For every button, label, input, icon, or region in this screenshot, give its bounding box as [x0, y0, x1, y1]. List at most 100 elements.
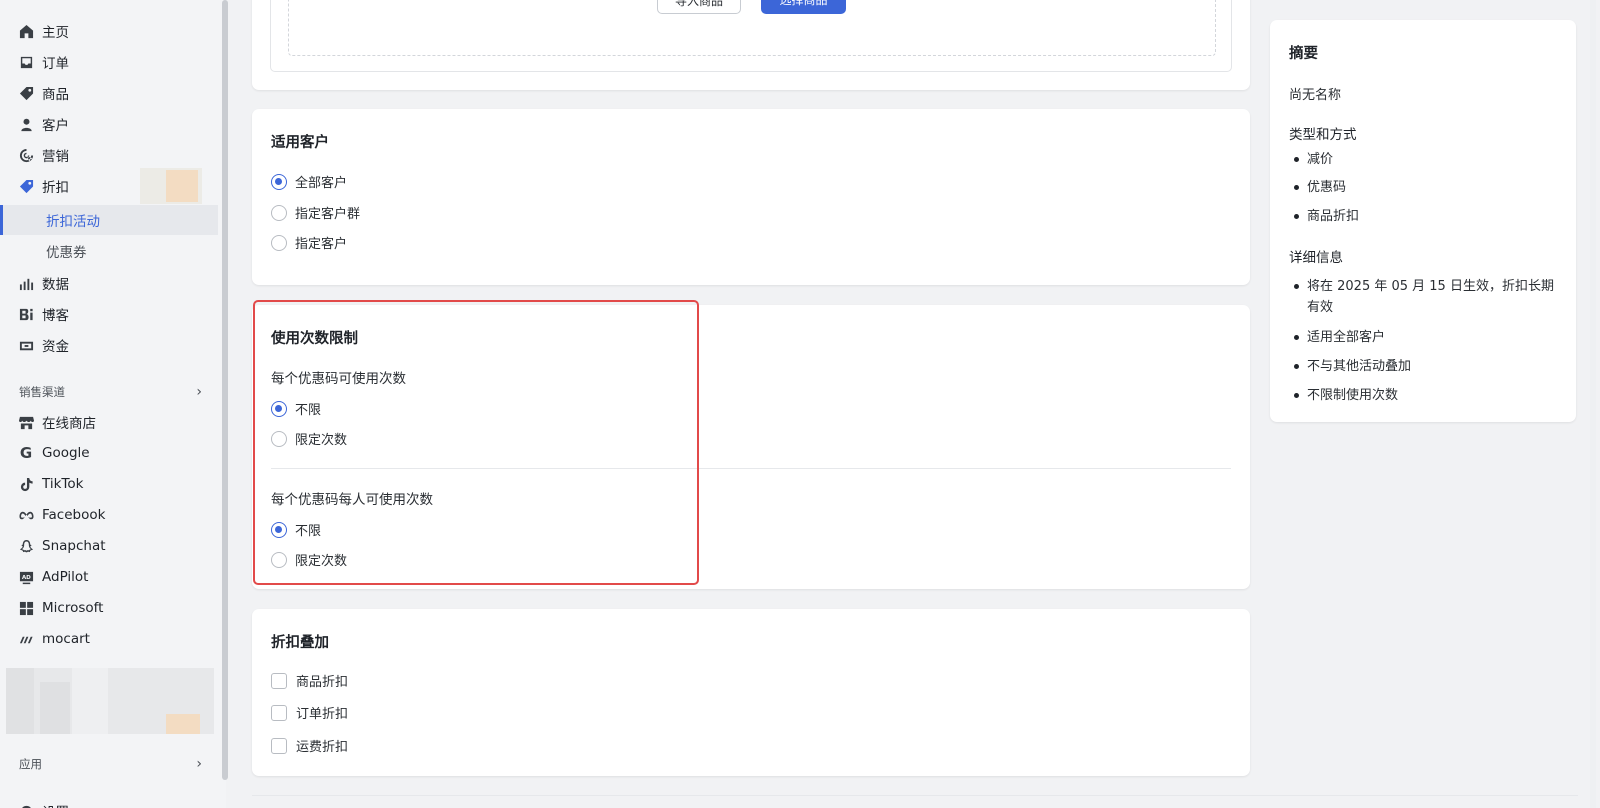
- nav-sub-label: 优惠券: [46, 245, 87, 261]
- bar-chart-icon: [18, 275, 34, 291]
- import-products-button[interactable]: 导入商品: [657, 0, 741, 14]
- nav-label: Microsoft: [42, 600, 104, 616]
- target-icon: [18, 147, 34, 163]
- customer-option-all[interactable]: 全部客户: [271, 172, 347, 191]
- apps-header[interactable]: 应用 ›: [0, 752, 218, 776]
- apps-label: 应用: [19, 757, 42, 771]
- sales-channels-header[interactable]: 销售渠道 ›: [0, 380, 218, 404]
- nav-label: Facebook: [42, 507, 106, 523]
- usage-per-code-unlimited[interactable]: 不限: [271, 399, 321, 418]
- summary-title: 摘要: [1289, 46, 1318, 62]
- usage-per-customer-limited[interactable]: 限定次数: [271, 550, 347, 569]
- nav-blog[interactable]: 博客: [0, 299, 218, 329]
- gear-icon: [18, 803, 34, 808]
- inbox-icon: [18, 54, 34, 70]
- usage-per-customer-unlimited[interactable]: 不限: [271, 520, 321, 539]
- channel-adpilot[interactable]: AD AdPilot: [0, 562, 218, 592]
- nav-settings[interactable]: 设置: [0, 796, 218, 808]
- discount-tag-icon: [18, 178, 34, 194]
- radio[interactable]: [271, 551, 287, 568]
- channel-microsoft[interactable]: Microsoft: [0, 593, 218, 623]
- stack-shipping-discount[interactable]: 运费折扣: [271, 736, 348, 755]
- nav-sub-label: 折扣活动: [46, 214, 100, 230]
- select-products-button[interactable]: 选择商品: [761, 0, 846, 14]
- divider: [271, 468, 1231, 469]
- nav-analytics[interactable]: 数据: [0, 268, 218, 298]
- chevron-right-icon: ›: [196, 384, 202, 400]
- stacking-card: 折扣叠加 商品折扣 订单折扣 运费折扣: [252, 609, 1250, 776]
- products-dropzone: [288, 0, 1216, 56]
- nav-marketing[interactable]: 营销: [0, 140, 218, 170]
- summary-detail-item: 不限制使用次数: [1289, 385, 1398, 406]
- nav-label: 折扣: [42, 180, 69, 196]
- radio-selected[interactable]: [271, 400, 287, 417]
- nav-orders[interactable]: 订单: [0, 47, 218, 77]
- nav-label: 订单: [42, 56, 69, 72]
- usage-per-code-limited[interactable]: 限定次数: [271, 429, 347, 448]
- nav-label: 数据: [42, 277, 69, 293]
- page-bottom-divider: [252, 795, 1578, 796]
- option-label: 限定次数: [295, 554, 348, 569]
- customer-option-group[interactable]: 指定客户群: [271, 203, 360, 222]
- ad-icon: AD: [18, 569, 34, 585]
- customer-option-specific[interactable]: 指定客户: [271, 233, 347, 252]
- radio[interactable]: [271, 430, 287, 447]
- sidebar-scrollbar[interactable]: [222, 0, 228, 780]
- radio-selected[interactable]: [271, 173, 287, 190]
- stacking-card-title: 折扣叠加: [271, 635, 329, 651]
- sales-channels-label: 销售渠道: [19, 385, 65, 399]
- summary-type-item: 减价: [1289, 149, 1333, 170]
- page-scrollbar[interactable]: [1590, 0, 1596, 808]
- stack-product-discount[interactable]: 商品折扣: [271, 671, 348, 690]
- channel-mocart[interactable]: mocart: [0, 624, 218, 654]
- google-icon: G: [19, 444, 33, 462]
- summary-type-item: 优惠码: [1289, 177, 1346, 198]
- nav-discount-campaigns[interactable]: 折扣活动: [0, 205, 218, 235]
- nav-label: 在线商店: [42, 416, 96, 432]
- store-icon: [18, 414, 34, 430]
- nav-label: 营销: [42, 149, 69, 165]
- radio[interactable]: [271, 204, 287, 221]
- nav-finance[interactable]: 资金: [0, 330, 218, 360]
- nav-label: 设置: [42, 801, 69, 808]
- channel-online-store[interactable]: 在线商店: [0, 407, 218, 437]
- ghost-icon: [18, 538, 34, 554]
- channel-google[interactable]: G Google: [0, 438, 218, 468]
- radio[interactable]: [271, 234, 287, 251]
- option-label: 指定客户: [295, 237, 348, 252]
- nav-coupons[interactable]: 优惠券: [0, 236, 218, 266]
- blog-icon: [18, 306, 34, 322]
- nav-label: 博客: [42, 308, 69, 324]
- nav-discounts[interactable]: 折扣: [0, 171, 218, 201]
- nav-label: TikTok: [42, 476, 84, 492]
- nav-label: 资金: [42, 339, 69, 355]
- wallet-icon: [18, 337, 34, 353]
- checkbox[interactable]: [271, 737, 287, 754]
- tag-icon: [18, 85, 34, 101]
- nav-home[interactable]: 主页: [0, 16, 218, 46]
- nav-label: 主页: [42, 25, 69, 41]
- blurred-region: [6, 668, 214, 734]
- nav-customers[interactable]: 客户: [0, 109, 218, 139]
- tiktok-icon: [18, 476, 34, 492]
- nav-label: Google: [42, 445, 90, 461]
- home-icon: [18, 23, 34, 39]
- chevron-right-icon: ›: [196, 756, 202, 772]
- summary-detail-heading: 详细信息: [1289, 250, 1343, 266]
- usage-limit-card: 使用次数限制 每个优惠码可使用次数 不限 限定次数 每个优惠码每人可使用次数 不…: [252, 305, 1250, 589]
- checkbox[interactable]: [271, 672, 287, 689]
- stack-order-discount[interactable]: 订单折扣: [271, 703, 348, 722]
- nav-products[interactable]: 商品: [0, 78, 218, 108]
- person-icon: [18, 116, 34, 132]
- sidebar: 主页 订单 商品 客户 营销 折扣 折扣活动 优惠券 数据 博客 资金 销售渠道…: [0, 0, 226, 808]
- windows-icon: [18, 600, 34, 616]
- usage-per-customer-label: 每个优惠码每人可使用次数: [271, 492, 433, 508]
- channel-facebook[interactable]: Facebook: [0, 500, 218, 530]
- summary-detail-item: 适用全部客户: [1289, 327, 1385, 348]
- radio-selected[interactable]: [271, 521, 287, 538]
- summary-type-heading: 类型和方式: [1289, 127, 1357, 143]
- checkbox[interactable]: [271, 704, 287, 721]
- channel-tiktok[interactable]: TikTok: [0, 469, 218, 499]
- channel-snapchat[interactable]: Snapchat: [0, 531, 218, 561]
- summary-type-item: 商品折扣: [1289, 206, 1359, 227]
